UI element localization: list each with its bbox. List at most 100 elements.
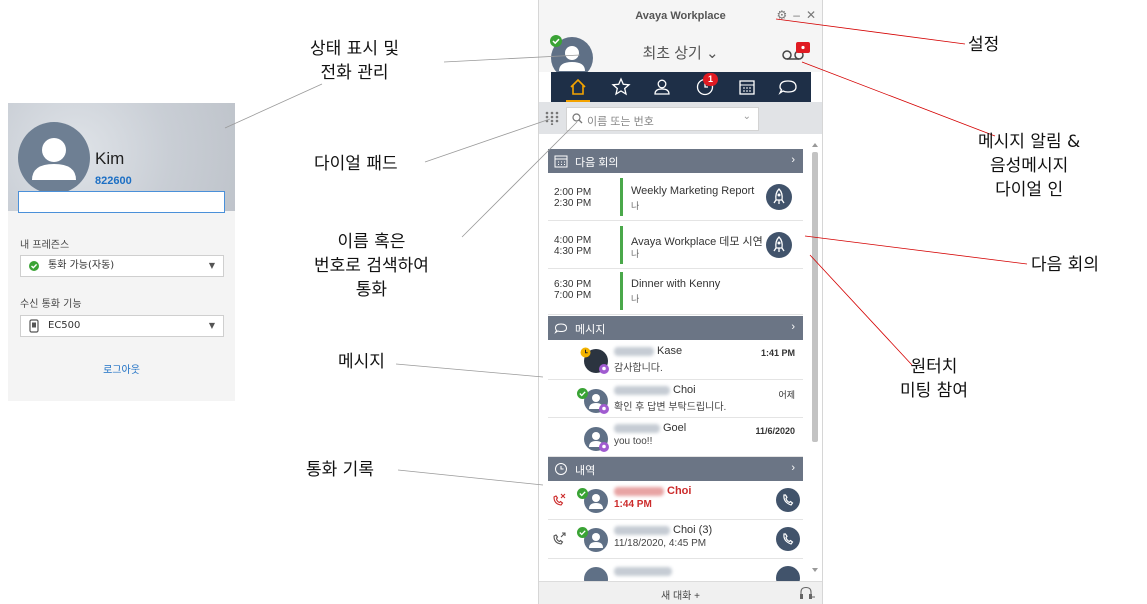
- avatar: [584, 567, 608, 581]
- redacted-name: [614, 567, 672, 576]
- incoming-call-value: EC500: [48, 320, 81, 331]
- presence-label: 내 프레즌스: [20, 240, 70, 251]
- call-back-button[interactable]: [776, 488, 800, 512]
- nav-tabs: 1: [551, 72, 811, 102]
- search-placeholder: 이름 또는 번호: [587, 116, 654, 128]
- clock-icon: [555, 463, 567, 475]
- chevron-down-icon: ▼: [208, 261, 215, 270]
- meeting-organizer: 나: [631, 249, 640, 259]
- chat-bubble-icon: [554, 323, 568, 334]
- chat-badge-icon: [599, 442, 609, 452]
- avatar[interactable]: [18, 122, 90, 194]
- minimize-icon[interactable]: –: [793, 8, 800, 22]
- phone-icon: [783, 533, 794, 545]
- contact-name: Choi: [667, 485, 692, 497]
- callout-voicemail: 메시지 알림 & 음성메시지 다이얼 인: [978, 130, 1080, 202]
- section-messages-header[interactable]: 메시지 ›: [548, 316, 803, 340]
- meeting-title: Weekly Marketing Report: [631, 185, 755, 197]
- activity-list: 다음 회의 › 2:00 PM 2:30 PM Weekly Marketing…: [539, 134, 809, 581]
- rocket-icon: [773, 236, 785, 252]
- incoming-call-dropdown[interactable]: EC500 ▼: [20, 315, 224, 337]
- profile-panel: Kim 822600 내 프레즌스 통화 가능(자동) ▼ 수신 통화 기능 E…: [8, 103, 235, 401]
- section-title: 메시지: [575, 324, 606, 336]
- redacted-name: [614, 526, 670, 535]
- section-history-header[interactable]: 내역 ›: [548, 457, 803, 481]
- presence-dropdown[interactable]: 통화 가능(자동) ▼: [20, 255, 224, 277]
- callout-search: 이름 혹은 번호로 검색하여 통화: [314, 230, 429, 302]
- contact-name: Kase: [657, 345, 683, 357]
- history-row[interactable]: [548, 559, 803, 581]
- message-snippet: you too!!: [614, 436, 653, 447]
- callout-line: 원터치: [910, 357, 958, 377]
- message-time: 1:41 PM: [760, 348, 795, 358]
- avaya-workplace-window: Avaya Workplace ⚙ – ✕ 최초 상기 ⌄ 1 이름 또는 번호…: [538, 0, 823, 604]
- close-icon[interactable]: ✕: [806, 8, 816, 22]
- section-title: 내역: [575, 465, 596, 477]
- message-row[interactable]: Kase 감사합니다. 1:41 PM: [548, 340, 803, 380]
- chevron-right-icon: ›: [791, 462, 795, 474]
- search-input[interactable]: 이름 또는 번호 ⌄: [566, 107, 759, 131]
- notification-badge: 1: [703, 73, 718, 86]
- message-snippet: 감사합니다.: [614, 363, 663, 374]
- call-back-button[interactable]: [776, 527, 800, 551]
- call-time: 1:44 PM: [614, 499, 652, 510]
- tab-favorites[interactable]: [609, 75, 633, 99]
- presence-value: 통화 가능(자동): [48, 260, 115, 271]
- tab-calendar[interactable]: [735, 75, 759, 99]
- chevron-down-icon: ⌄: [742, 111, 751, 122]
- missed-call-icon: [553, 493, 566, 506]
- gear-icon[interactable]: ⚙: [776, 8, 787, 22]
- meeting-bar: [620, 178, 623, 216]
- join-meeting-button[interactable]: [766, 184, 792, 210]
- section-meetings-header[interactable]: 다음 회의 ›: [548, 149, 803, 173]
- meeting-bar: [620, 272, 623, 310]
- message-row[interactable]: Goel you too!! 11/6/2020: [548, 418, 803, 457]
- join-meeting-button[interactable]: [766, 232, 792, 258]
- meeting-bar: [620, 226, 623, 264]
- call-back-button[interactable]: [776, 566, 800, 581]
- redacted-name: [614, 386, 670, 395]
- callout-line: 음성메시지: [990, 156, 1069, 176]
- callout-line: 이름 혹은: [337, 232, 406, 252]
- redacted-name: [614, 347, 654, 356]
- footer-bar: 새 대화 +: [539, 581, 822, 604]
- user-name: Kim: [95, 149, 125, 168]
- new-chat-button[interactable]: 새 대화 +: [539, 587, 822, 602]
- callout-line: 통화: [355, 280, 388, 300]
- history-row[interactable]: Choi (3) 11/18/2020, 4:45 PM: [548, 520, 803, 559]
- callout-line: 전화 관리: [320, 63, 389, 83]
- meeting-row[interactable]: 6:30 PM 7:00 PM Dinner with Kenny 나: [548, 269, 803, 315]
- phone-icon: [783, 494, 794, 506]
- redacted-name: [614, 424, 660, 433]
- personal-note-input[interactable]: [18, 191, 225, 213]
- history-row[interactable]: Choi 1:44 PM: [548, 481, 803, 520]
- chat-bubble-icon: [778, 80, 797, 95]
- section-title: 다음 회의: [575, 157, 619, 169]
- available-icon: [29, 261, 39, 271]
- callout-line: 번호로 검색하여: [314, 256, 429, 276]
- star-icon: [611, 77, 631, 96]
- chat-badge-icon: [599, 404, 609, 414]
- contact-name: Goel: [663, 422, 687, 434]
- tab-contacts[interactable]: [650, 75, 674, 99]
- meeting-row[interactable]: 4:00 PM 4:30 PM Avaya Workplace 데모 시연 나: [548, 221, 803, 269]
- dialpad-icon[interactable]: [545, 111, 559, 125]
- away-clock-icon: [580, 347, 591, 358]
- contact-name: Choi: [673, 384, 696, 396]
- tab-home[interactable]: [566, 75, 590, 102]
- voicemail-icon[interactable]: [779, 40, 811, 62]
- meeting-row[interactable]: 2:00 PM 2:30 PM Weekly Marketing Report …: [548, 173, 803, 221]
- message-snippet: 확인 후 답변 부탁드립니다.: [614, 402, 727, 413]
- callout-messages: 메시지: [338, 352, 385, 372]
- available-icon: [577, 527, 588, 538]
- callout-settings: 설정: [968, 35, 1000, 55]
- tab-messages[interactable]: [776, 75, 800, 99]
- scrollbar[interactable]: [810, 140, 820, 576]
- callout-status: 상태 표시 및 전화 관리: [310, 37, 399, 85]
- user-extension: 822600: [95, 175, 132, 187]
- message-row[interactable]: Choi 확인 후 답변 부탁드립니다. 어제: [548, 380, 803, 418]
- headset-icon[interactable]: [798, 586, 816, 600]
- logout-link[interactable]: 로그아웃: [8, 361, 235, 376]
- callout-line: 상태 표시 및: [310, 39, 400, 59]
- meeting-organizer: 나: [631, 201, 640, 211]
